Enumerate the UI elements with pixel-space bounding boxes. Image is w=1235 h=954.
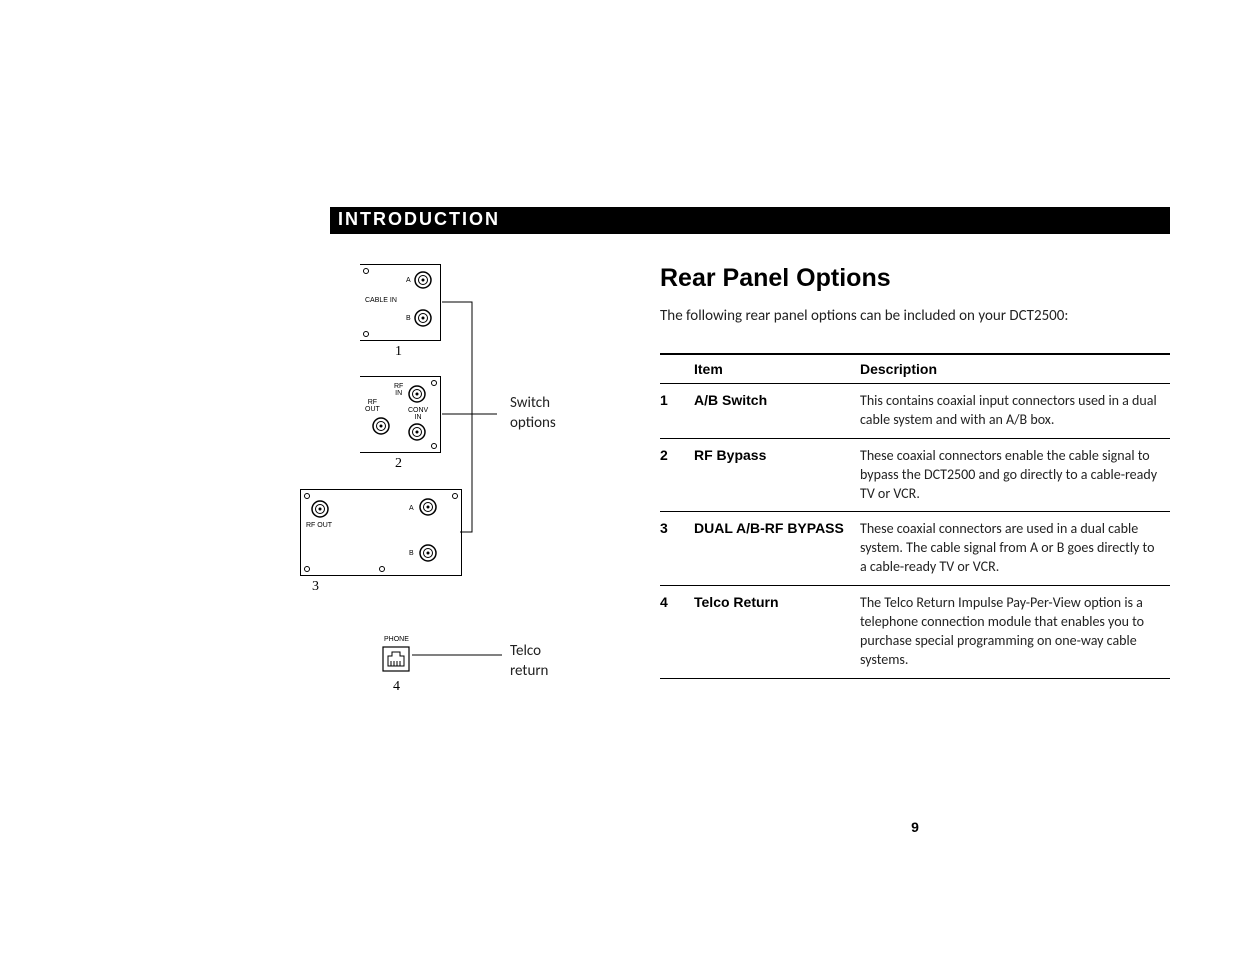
label-rf-out: RFOUT xyxy=(365,399,380,413)
intro-text: The following rear panel options can be … xyxy=(660,307,1170,325)
rear-panel-diagram: CABLE IN A B 1 RFOUT RFIN CONVIN xyxy=(330,264,630,764)
table-row: 1 A/B Switch This contains coaxial input… xyxy=(660,384,1170,439)
table-row: 3 DUAL A/B-RF BYPASS These coaxial conne… xyxy=(660,512,1170,586)
diagram-column: CABLE IN A B 1 RFOUT RFIN CONVIN xyxy=(330,264,640,835)
diagram-number-2: 2 xyxy=(395,456,402,472)
col-description: Description xyxy=(860,354,1170,384)
panel-dual-ab-rf-bypass: RF OUT A B xyxy=(300,489,462,576)
label-b: B xyxy=(409,550,414,557)
phone-jack-icon xyxy=(382,646,410,672)
label-phone: PHONE xyxy=(384,636,409,643)
label-a: A xyxy=(409,505,414,512)
coax-icon xyxy=(414,309,432,327)
label-rf-out: RF OUT xyxy=(306,522,332,529)
coax-icon xyxy=(419,544,437,562)
coax-icon xyxy=(408,423,426,441)
label-rf-in: RFIN xyxy=(394,383,403,397)
bracket-line xyxy=(442,264,512,576)
section-header: INTRODUCTION xyxy=(330,207,1170,234)
page-number: 9 xyxy=(660,819,1170,835)
document-page: INTRODUCTION CABLE IN A B 1 xyxy=(330,207,1170,835)
label-switch-options: Switchoptions xyxy=(510,394,556,433)
telco-line xyxy=(412,654,502,656)
table-row: 4 Telco Return The Telco Return Impulse … xyxy=(660,586,1170,679)
panel-ab-switch: CABLE IN A B xyxy=(360,264,441,341)
coax-icon xyxy=(372,417,390,435)
text-column: Rear Panel Options The following rear pa… xyxy=(660,264,1170,835)
label-conv-in: CONVIN xyxy=(408,407,428,421)
options-table: Item Description 1 A/B Switch This conta… xyxy=(660,353,1170,679)
panel-rf-bypass: RFOUT RFIN CONVIN xyxy=(360,376,441,453)
panel-telco: PHONE xyxy=(382,644,412,679)
table-row: 2 RF Bypass These coaxial connectors ena… xyxy=(660,438,1170,512)
content-row: CABLE IN A B 1 RFOUT RFIN CONVIN xyxy=(330,264,1170,835)
coax-icon xyxy=(408,385,426,403)
page-title: Rear Panel Options xyxy=(660,264,1170,293)
col-item: Item xyxy=(694,354,860,384)
label-b: B xyxy=(406,315,411,322)
diagram-number-3: 3 xyxy=(312,579,319,595)
coax-icon xyxy=(311,500,329,518)
label-a: A xyxy=(406,277,411,284)
diagram-number-1: 1 xyxy=(395,344,402,360)
coax-icon xyxy=(414,271,432,289)
coax-icon xyxy=(419,498,437,516)
diagram-number-4: 4 xyxy=(393,679,400,695)
label-cable-in: CABLE IN xyxy=(365,297,397,304)
label-telco-return: Telcoreturn xyxy=(510,642,548,681)
